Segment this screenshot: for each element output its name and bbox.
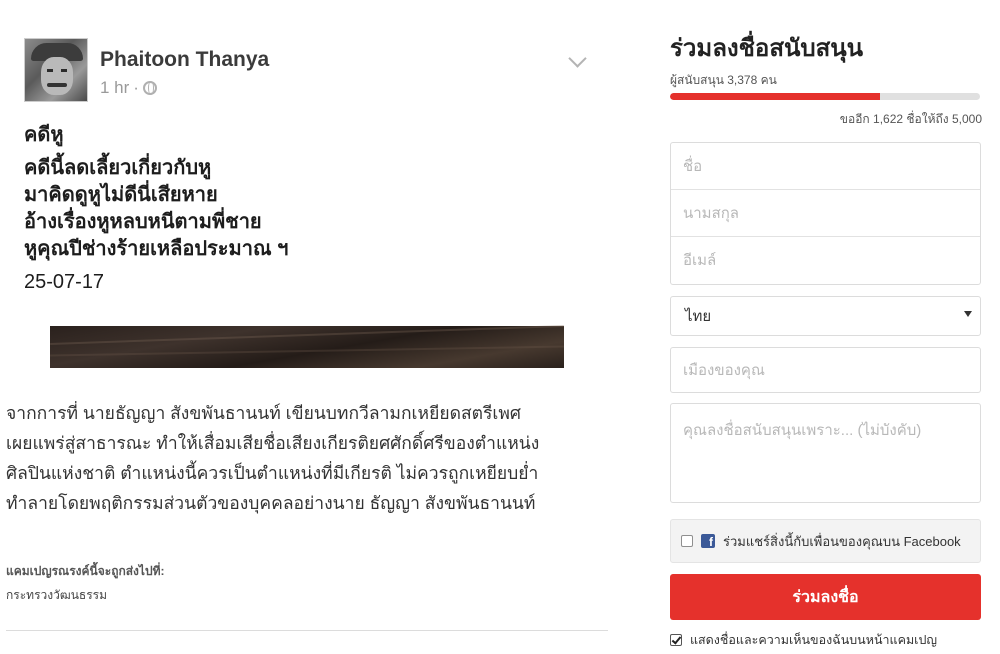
facebook-icon: f — [701, 534, 715, 548]
display-label: แสดงชื่อและความเห็นของฉันบนหน้าแคมเปญ — [690, 633, 938, 647]
sign-panel: ร่วมลงชื่อสนับสนุน ผู้สนับสนุน 3,378 คน … — [668, 0, 984, 654]
email-field[interactable] — [671, 237, 980, 284]
facebook-post-screenshot: Phaitoon Thanya 1 hr · คดีหู คดีนี้ลดเลี… — [8, 22, 613, 368]
meta-separator: · — [133, 78, 139, 97]
post-date: 25-07-17 — [24, 271, 105, 293]
display-name-option[interactable]: แสดงชื่อและความเห็นของฉันบนหน้าแคมเปญ — [670, 630, 937, 650]
recipient-label: แคมเปญรณรงค์นี้จะถูกส่งไปที่: — [6, 564, 165, 578]
poem-line: อ้างเรื่องหูหลบหนีตามพี่ชาย — [24, 211, 262, 233]
divider — [6, 630, 608, 631]
dropdown-caret-icon — [964, 311, 972, 317]
post-photo — [50, 326, 564, 368]
poem-title: คดีหู — [24, 124, 64, 146]
description-line: เผยแพร่สู่สาธารณะ ทำให้เสื่อมเสียชื่อเสี… — [6, 433, 540, 453]
display-checkbox[interactable] — [670, 634, 682, 646]
country-select[interactable]: ไทย — [670, 296, 981, 336]
globe-icon — [142, 81, 157, 95]
post-poem: คดีหู คดีนี้ลดเลี้ยวเกี่ยวกับหู มาคิดดูห… — [24, 122, 288, 296]
city-field[interactable] — [671, 348, 980, 392]
reason-textarea[interactable] — [671, 404, 980, 502]
sign-button[interactable]: ร่วมลงชื่อ — [670, 574, 981, 620]
post-time: 1 hr — [100, 78, 130, 97]
facebook-share-option[interactable]: f ร่วมแชร์สิ่งนี้กับเพื่อนของคุณบน Faceb… — [670, 519, 981, 563]
avatar — [24, 38, 88, 102]
chevron-down-icon — [568, 52, 588, 72]
post-meta: 1 hr · — [100, 78, 157, 98]
city-field-wrap — [670, 347, 981, 393]
signatures-remaining: ขออีก 1,622 ชื่อให้ถึง 5,000 — [839, 112, 982, 126]
poem-line: คดีนี้ลดเลี้ยวเกี่ยวกับหู — [24, 157, 212, 179]
petition-content: Phaitoon Thanya 1 hr · คดีหู คดีนี้ลดเลี… — [0, 0, 640, 654]
share-checkbox[interactable] — [681, 535, 693, 547]
first-name-field[interactable] — [671, 143, 980, 190]
reason-field-wrap — [670, 403, 981, 503]
petition-description: จากการที่ นายธัญญา สังขพันธานนท์ เขียนบท… — [6, 398, 626, 518]
signature-progress-bar — [670, 93, 980, 100]
description-line: จากการที่ นายธัญญา สังขพันธานนท์ เขียนบท… — [6, 403, 522, 423]
share-label: ร่วมแชร์สิ่งนี้กับเพื่อนของคุณบน Faceboo… — [723, 533, 961, 549]
poem-line: หูคุณปีช่างร้ายเหลือประมาณ ฯ — [24, 238, 289, 260]
recipient-target: กระทรวงวัฒนธรรม — [6, 588, 108, 602]
poem-line: มาคิดดูหูไม่ดีนี่เสียหาย — [24, 184, 218, 206]
progress-fill — [670, 93, 880, 100]
sign-panel-title: ร่วมลงชื่อสนับสนุน — [670, 35, 864, 62]
last-name-field[interactable] — [671, 190, 980, 237]
description-line: ทำลายโดยพฤติกรรมส่วนตัวของบุคคลอย่างนาย … — [6, 493, 536, 513]
country-selected-value: ไทย — [685, 308, 712, 325]
description-line: ศิลปินแห่งชาติ ตำแหน่งนี้ควรเป็นตำแหน่งท… — [6, 463, 539, 483]
post-author-name: Phaitoon Thanya — [100, 48, 270, 71]
name-email-fields — [670, 142, 981, 285]
supporter-count: ผู้สนับสนุน 3,378 คน — [670, 73, 777, 87]
